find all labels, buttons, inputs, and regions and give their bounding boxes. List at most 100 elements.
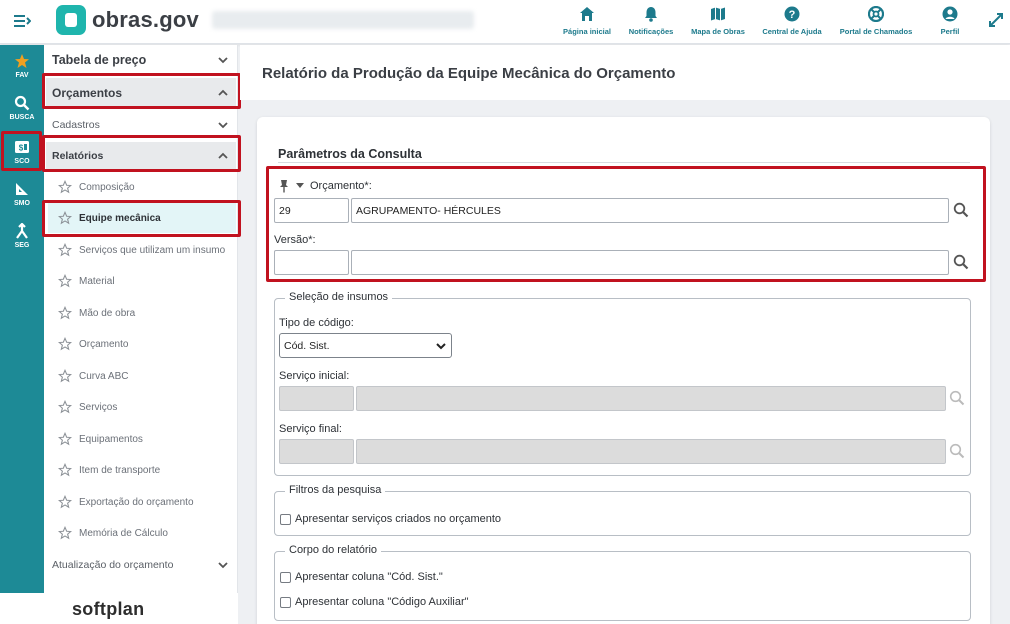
chevron-down-icon: [436, 343, 446, 350]
ruler-icon: [16, 183, 28, 195]
nav-help[interactable]: ? Central de Ajuda: [760, 6, 824, 40]
nav-notifications-label: Notificações: [628, 27, 674, 36]
sidebar-leaf-label: Serviços que utilizam um insumo: [79, 244, 226, 256]
nav-map[interactable]: Mapa de Obras: [690, 6, 746, 40]
corpo-checkbox-cod-sist[interactable]: [280, 572, 291, 583]
top-bar: obras.gov Página inicial Notificações Ma…: [0, 0, 1010, 44]
chevron-down-icon: [218, 57, 228, 64]
sidebar-leaf-material[interactable]: Material: [56, 266, 236, 296]
selecao-legend: Seleção de insumos: [285, 291, 393, 303]
star-outline-icon: [58, 180, 72, 194]
module-rail: FAV BUSCA $ SCO SMO SEG: [0, 45, 44, 593]
menu-toggle-icon[interactable]: [12, 12, 32, 32]
sidebar-leaf-label: Orçamento: [79, 338, 129, 350]
star-outline-icon: [58, 337, 72, 351]
sidebar-menu: Tabela de preço Orçamentos Cadastros Rel…: [44, 45, 238, 593]
sidebar-leaf-servicos[interactable]: Serviços: [56, 392, 236, 422]
servico-final-label: Serviço final:: [279, 423, 342, 435]
filtros-option-label: Apresentar serviços criados no orçamento: [295, 513, 502, 525]
chevron-down-icon: [218, 122, 228, 129]
sidebar-item-atualizacao[interactable]: Atualização do orçamento: [46, 551, 236, 579]
rail-label-busca: BUSCA: [9, 114, 35, 121]
sidebar-leaf-label: Curva ABC: [79, 370, 129, 382]
highlight-orcamento-versao: [266, 166, 986, 282]
tipo-codigo-select[interactable]: Cód. Sist.: [279, 333, 452, 358]
map-icon: [711, 7, 725, 21]
sidebar-leaf-equipamentos[interactable]: Equipamentos: [56, 424, 236, 454]
sidebar-item-tabela-preco[interactable]: Tabela de preço: [46, 45, 236, 75]
sidebar-leaf-label: Exportação do orçamento: [79, 496, 194, 508]
fieldset-corpo-relatorio: Corpo do relatório Apresentar coluna "Có…: [274, 544, 971, 621]
nav-profile-label: Perfil: [940, 27, 960, 36]
nav-home[interactable]: Página inicial: [562, 6, 612, 40]
corpo-option-cod-aux-label: Apresentar coluna "Código Auxiliar": [295, 596, 469, 608]
highlight-sco: [1, 131, 42, 171]
sidebar-item-atualizacao-label: Atualização do orçamento: [52, 559, 174, 571]
sidebar-item-tabela-preco-label: Tabela de preço: [52, 53, 147, 67]
rail-item-fav[interactable]: FAV: [0, 53, 44, 93]
sidebar-leaf-mao-de-obra[interactable]: Mão de obra: [56, 298, 236, 328]
sidebar-leaf-label: Item de transporte: [79, 464, 161, 476]
tipo-codigo-label: Tipo de código:: [279, 317, 354, 329]
servico-inicial-label: Serviço inicial:: [279, 370, 350, 382]
page-header: Relatório da Produção da Equipe Mecânica…: [240, 45, 1010, 100]
split-icon: [16, 223, 28, 239]
highlight-equipe-mecanica: [42, 200, 241, 237]
expand-icon[interactable]: [988, 12, 1004, 33]
chevron-down-icon: [218, 562, 228, 569]
corpo-checkbox-cod-aux[interactable]: [280, 597, 291, 608]
tipo-codigo-value: Cód. Sist.: [284, 340, 330, 352]
filtros-legend: Filtros da pesquisa: [285, 484, 386, 496]
nav-tickets-label: Portal de Chamados: [839, 27, 913, 36]
rail-item-seg[interactable]: SEG: [0, 223, 44, 263]
home-icon: [580, 7, 594, 21]
sidebar-leaf-item-transporte[interactable]: Item de transporte: [56, 455, 236, 485]
logo-text: obras.gov: [92, 7, 199, 32]
star-outline-icon: [58, 526, 72, 540]
nav-tickets[interactable]: Portal de Chamados: [838, 6, 914, 40]
svg-text:?: ?: [789, 9, 796, 21]
nav-notifications[interactable]: Notificações: [626, 6, 676, 40]
logo-mark-icon: [56, 5, 86, 35]
star-outline-icon: [58, 369, 72, 383]
star-outline-icon: [58, 432, 72, 446]
corpo-option-cod-sist-label: Apresentar coluna "Cód. Sist.": [295, 571, 443, 583]
help-icon: ?: [784, 6, 800, 22]
rail-item-busca[interactable]: BUSCA: [0, 95, 44, 135]
sidebar-leaf-curva-abc[interactable]: Curva ABC: [56, 361, 236, 391]
user-icon: [942, 6, 958, 22]
star-outline-icon: [58, 463, 72, 477]
lifebuoy-icon: [868, 6, 884, 22]
fieldset-filtros: Filtros da pesquisa Apresentar serviços …: [274, 484, 971, 536]
nav-help-label: Central de Ajuda: [762, 27, 822, 36]
star-outline-icon: [58, 243, 72, 257]
sidebar-leaf-label: Serviços: [79, 401, 118, 413]
star-outline-icon: [58, 495, 72, 509]
nav-profile[interactable]: Perfil: [932, 6, 968, 40]
app-logo[interactable]: obras.gov: [56, 5, 199, 35]
servico-final-name-field: [356, 439, 946, 464]
filtros-checkbox[interactable]: [280, 514, 291, 525]
search-icon: [949, 443, 965, 459]
section-divider: [278, 162, 970, 163]
fieldset-selecao-insumos: Seleção de insumos Tipo de código: Cód. …: [274, 291, 971, 476]
sidebar-leaf-memoria-calculo[interactable]: Memória de Cálculo: [56, 518, 236, 548]
nav-home-label: Página inicial: [563, 27, 611, 36]
sidebar-leaf-servicos-insumo[interactable]: Serviços que utilizam um insumo: [56, 235, 236, 265]
sidebar-leaf-orcamento[interactable]: Orçamento: [56, 329, 236, 359]
star-icon: [15, 54, 29, 68]
sidebar-leaf-composicao[interactable]: Composição: [56, 172, 236, 202]
sidebar-leaf-label: Mão de obra: [79, 307, 136, 319]
sidebar-leaf-exportacao[interactable]: Exportação do orçamento: [56, 487, 236, 517]
star-outline-icon: [58, 400, 72, 414]
highlight-orcamentos: [42, 73, 241, 109]
rail-item-smo[interactable]: SMO: [0, 181, 44, 221]
softplan-logo-text: softplan: [72, 599, 145, 619]
servico-inicial-name-field: [356, 386, 946, 411]
rail-label-fav: FAV: [15, 72, 29, 79]
sidebar-item-cadastros-label: Cadastros: [52, 119, 100, 131]
section-title: Parâmetros da Consulta: [278, 147, 422, 161]
environment-name-redacted: [212, 11, 474, 29]
search-icon: [14, 95, 30, 111]
sidebar-leaf-label: Memória de Cálculo: [79, 527, 168, 539]
